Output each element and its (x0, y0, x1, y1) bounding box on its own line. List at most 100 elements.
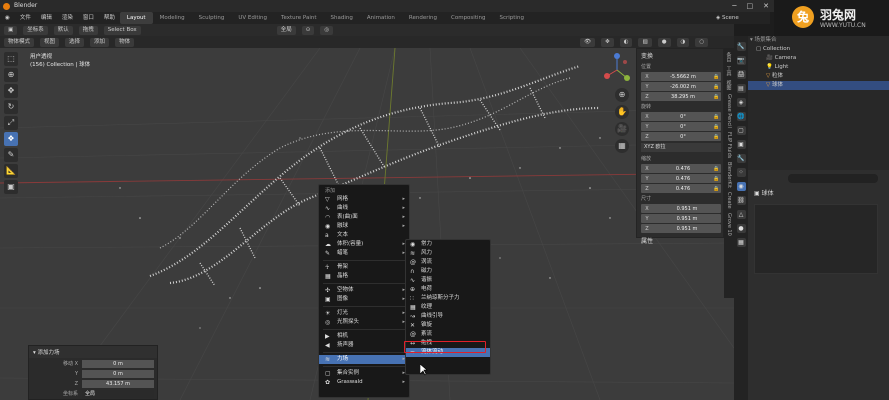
lock-icon[interactable]: 🔒 (713, 166, 721, 172)
menu-render[interactable]: 渲染 (57, 12, 78, 24)
scene-props-icon[interactable]: ◈ (736, 98, 746, 107)
select-box-dropdown[interactable]: Select Box (103, 25, 141, 35)
navigation-gizmo[interactable] (603, 52, 631, 88)
transform-tool-icon[interactable]: ❖ (4, 132, 18, 146)
operator-field[interactable]: Z 43.157 m (32, 379, 154, 388)
tab-animation[interactable]: Animation (360, 12, 402, 24)
menu-item-grease-pencil[interactable]: ✎ 蜡笔 ▸ (319, 249, 409, 258)
menu-item-collection-instance[interactable]: ▢ 集合实例 ▸ (319, 369, 409, 378)
field-value[interactable]: 43.157 m (82, 379, 154, 388)
field-value[interactable]: 0 m (82, 359, 154, 368)
close-icon[interactable]: ✕ (763, 0, 769, 12)
tab-rendering[interactable]: Rendering (402, 12, 444, 24)
tab-grove[interactable]: Grove 10 (726, 213, 732, 236)
menu-item-image[interactable]: ▣ 图像 ▸ (319, 295, 409, 304)
maximize-icon[interactable]: □ (747, 0, 754, 12)
scale-y-field[interactable]: Y 0.476 🔒 (641, 174, 721, 183)
menu-item-camera[interactable]: ▶ 相机 (319, 332, 409, 341)
scale-z-field[interactable]: Z 0.476 🔒 (641, 184, 721, 193)
tab-grease-pencil[interactable]: Grease Pencil (726, 94, 732, 128)
dimensions-x-field[interactable]: X 0.951 m (641, 204, 721, 213)
physics-icon[interactable]: ◉ (736, 182, 746, 191)
blender-menu-icon[interactable]: ◉ (0, 12, 15, 24)
transform-header[interactable]: 变换 (637, 49, 723, 62)
shading-material-icon[interactable]: ◑ (676, 37, 690, 47)
menu-select[interactable]: 选择 (65, 37, 85, 47)
rotation-mode-dropdown[interactable]: XYZ 欧拉 (641, 143, 721, 152)
menu-item-charge[interactable]: ⊕ 电荷 (406, 285, 490, 294)
lock-icon[interactable]: 🔒 (713, 186, 721, 192)
outliner-collection[interactable]: ▢ Collection (748, 45, 889, 54)
menu-item-force-field[interactable]: ≋ 力场 ▸ (319, 355, 409, 364)
dimensions-z-field[interactable]: Z 0.951 m (641, 224, 721, 233)
operator-field[interactable]: Y 0 m (32, 369, 154, 378)
tab-layout[interactable]: Layout (119, 12, 153, 24)
tab-sculpting[interactable]: Sculpting (192, 12, 232, 24)
gizmo-toggle-icon[interactable]: ✥ (601, 37, 614, 47)
tab-item[interactable]: 条目 (726, 52, 733, 62)
world-icon[interactable]: 🌐 (736, 112, 746, 121)
scale-tool-icon[interactable]: ⤢ (4, 116, 18, 130)
move-tool-icon[interactable]: ✥ (4, 84, 18, 98)
field-value[interactable]: 全局 (82, 389, 154, 398)
scene-selector[interactable]: ◈ Scene (716, 12, 739, 24)
lock-icon[interactable]: 🔒 (713, 114, 721, 120)
menu-file[interactable]: 文件 (15, 12, 36, 24)
tab-create[interactable]: Create (726, 192, 732, 209)
tab-flip-fluids[interactable]: FLIP Fluids (726, 132, 732, 158)
data-icon[interactable]: △ (736, 210, 746, 219)
menu-item-force[interactable]: ◉ 常力 (406, 240, 490, 249)
menu-item-text[interactable]: a 文本 (319, 231, 409, 240)
menu-view[interactable]: 视图 (40, 37, 60, 47)
menu-item-surface[interactable]: ◠ 表(曲)面 ▸ (319, 213, 409, 222)
tab-view[interactable]: 视图 (726, 80, 733, 90)
rotation-y-field[interactable]: Y 0° 🔒 (641, 122, 721, 131)
lock-icon[interactable]: 🔒 (713, 176, 721, 182)
location-z-field[interactable]: Z 38.295 m 🔒 (641, 92, 721, 101)
rotate-tool-icon[interactable]: ↻ (4, 100, 18, 114)
view-layer-icon[interactable]: ▤ (736, 84, 746, 93)
operator-field[interactable]: 移动 X 0 m (32, 359, 154, 368)
tab-scripting[interactable]: Scripting (492, 12, 530, 24)
rotation-x-field[interactable]: X 0° 🔒 (641, 112, 721, 121)
shading-rendered-icon[interactable]: ○ (695, 37, 709, 47)
rotation-z-field[interactable]: Z 0° 🔒 (641, 132, 721, 141)
modifier-icon[interactable]: 🔧 (736, 154, 746, 163)
menu-item-curve[interactable]: ∿ 曲线 ▸ (319, 204, 409, 213)
tab-shading[interactable]: Shading (324, 12, 360, 24)
pan-hand-icon[interactable]: ✋ (615, 105, 629, 119)
scale-x-field[interactable]: X 0.476 🔒 (641, 164, 721, 173)
menu-item-lennard-jones[interactable]: ∷ 兰纳琼斯分子力 (406, 294, 490, 303)
constraints-icon[interactable]: ⛓ (736, 196, 746, 205)
tab-uv-editing[interactable]: UV Editing (231, 12, 274, 24)
collection-props-icon[interactable]: ▢ (736, 126, 746, 135)
outliner-light[interactable]: 💡 Light (748, 63, 889, 72)
particles-icon[interactable]: ⁘ (736, 168, 746, 177)
menu-item-texture[interactable]: ▦ 纹理 (406, 303, 490, 312)
menu-item-turbulence[interactable]: @ 紊流 (406, 330, 490, 339)
material-icon[interactable]: ● (736, 224, 746, 233)
operator-header[interactable]: ▾ 添加力场 (29, 346, 157, 358)
operator-field[interactable]: 坐标系 全局 (32, 389, 154, 398)
annotate-tool-icon[interactable]: ✎ (4, 148, 18, 162)
menu-help[interactable]: 帮助 (99, 12, 120, 24)
lock-icon[interactable]: 🔒 (713, 134, 721, 140)
minimize-icon[interactable]: ─ (732, 0, 736, 12)
menu-item-graswald[interactable]: ✿ Graswald ▸ (319, 378, 409, 387)
menu-item-speaker[interactable]: ◀ 扬声器 (319, 341, 409, 350)
menu-item-boid[interactable]: ✕ 锥旋 (406, 321, 490, 330)
orientation-dropdown[interactable]: 默认 (53, 25, 73, 35)
measure-tool-icon[interactable]: 📐 (4, 164, 18, 178)
outliner-scene-collection[interactable]: ▾ 场景集合 (748, 36, 889, 45)
perspective-toggle-icon[interactable]: ▦ (615, 139, 629, 153)
tab-blenderkit[interactable]: BlenderKit (726, 162, 732, 188)
dimensions-y-field[interactable]: Y 0.951 m (641, 214, 721, 223)
pivot-dropdown[interactable]: 全局 (276, 25, 296, 35)
outliner-particles[interactable]: ▽ 粒体 (748, 72, 889, 81)
texture-icon[interactable]: ▦ (736, 238, 746, 247)
tab-compositing[interactable]: Compositing (444, 12, 492, 24)
lock-icon[interactable]: 🔒 (713, 84, 721, 90)
overlay-toggle-icon[interactable]: ◐ (619, 37, 633, 47)
menu-item-lattice[interactable]: ▦ 晶格 (319, 272, 409, 281)
outliner-camera[interactable]: 🎥 Camera (748, 54, 889, 63)
